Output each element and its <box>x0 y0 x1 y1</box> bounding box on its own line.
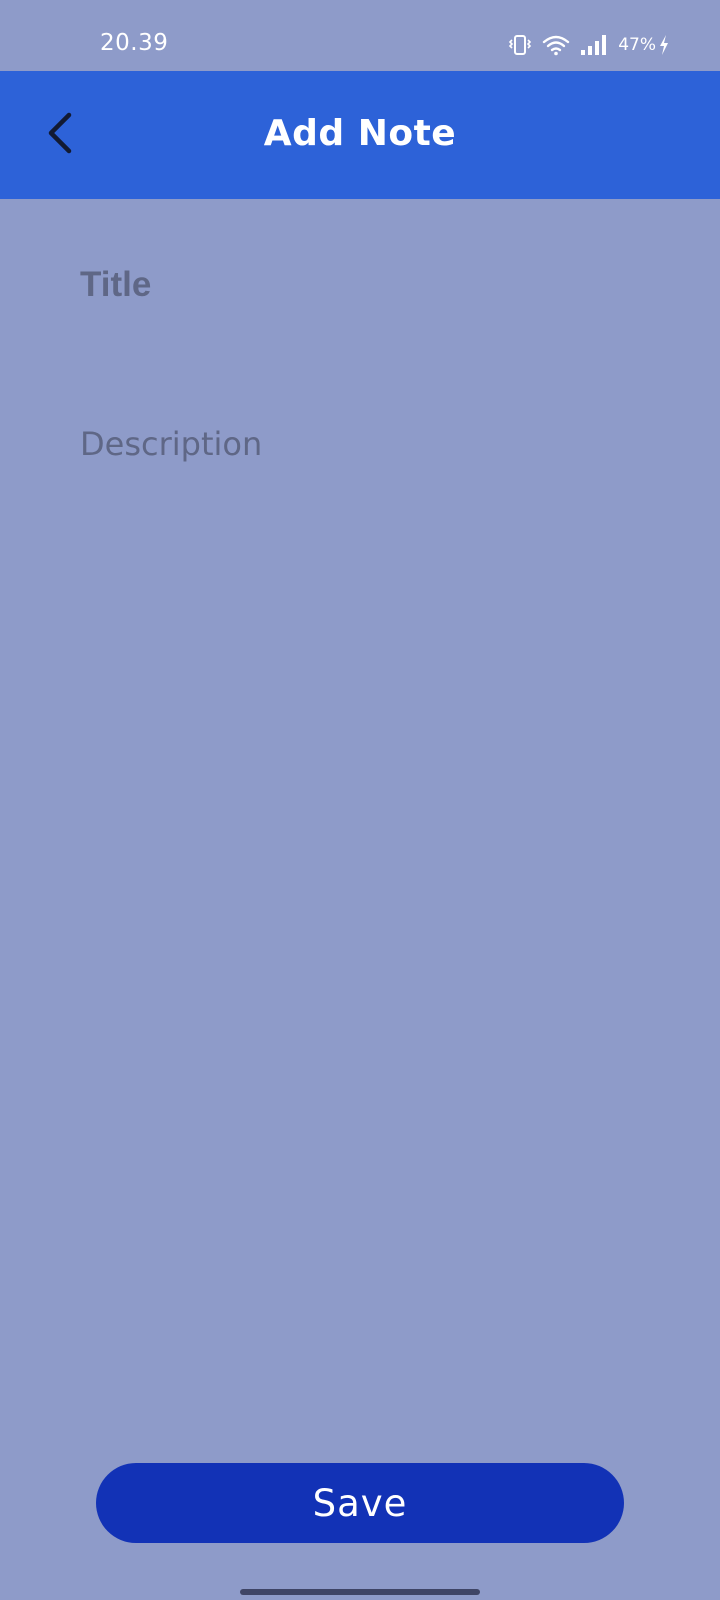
battery-percentage: 47% <box>618 35 656 55</box>
home-indicator <box>240 1589 480 1595</box>
add-note-screen: 20.39 47% Add Note Title Description Sav… <box>0 0 720 1600</box>
vibrate-icon <box>508 34 532 56</box>
save-button[interactable]: Save <box>96 1463 624 1543</box>
battery-charging-icon <box>658 34 670 56</box>
signal-icon <box>580 34 608 56</box>
status-bar: 20.39 47% <box>0 0 720 71</box>
description-input[interactable] <box>80 420 640 1320</box>
app-bar: Add Note <box>0 71 720 199</box>
title-input[interactable] <box>80 260 640 310</box>
status-time: 20.39 <box>100 30 169 56</box>
wifi-icon <box>542 34 570 56</box>
page-title: Add Note <box>263 113 457 154</box>
status-icons: 47% <box>508 32 670 58</box>
